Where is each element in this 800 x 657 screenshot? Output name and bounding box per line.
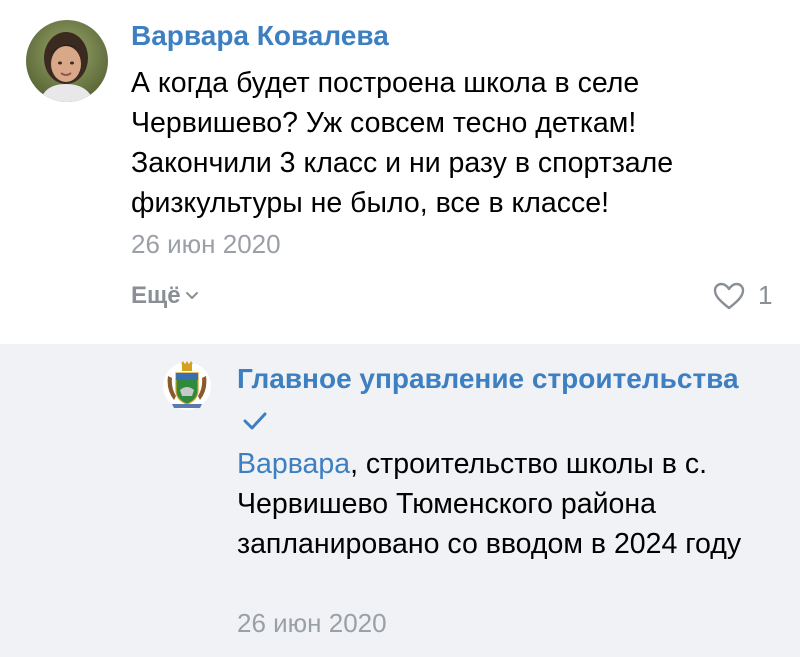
reply-avatar[interactable] <box>162 360 212 412</box>
more-button[interactable]: Ещё <box>131 282 199 310</box>
user-photo <box>26 20 108 102</box>
comment-text: А когда будет построена школа в селе Чер… <box>131 67 674 219</box>
comment-date: 26 июн 2020 <box>131 229 281 259</box>
reply-text: Варвара, строительство школы в с. Червиш… <box>237 444 777 564</box>
reply-author[interactable]: Главное управление строительства <box>237 362 777 396</box>
chevron-down-icon <box>185 292 198 299</box>
reply-mention[interactable]: Варвара <box>237 448 350 480</box>
like-button[interactable]: 1 <box>712 280 772 311</box>
heart-outline-icon <box>713 282 745 309</box>
avatar[interactable] <box>26 20 108 102</box>
coat-of-arms-icon <box>163 361 211 410</box>
reply-date: 26 июн 2020 <box>237 608 387 638</box>
checkmark-icon <box>243 412 267 430</box>
comment-author[interactable]: Варвара Ковалева <box>131 20 389 52</box>
like-count: 1 <box>758 280 773 310</box>
more-label: Ещё <box>131 282 181 309</box>
